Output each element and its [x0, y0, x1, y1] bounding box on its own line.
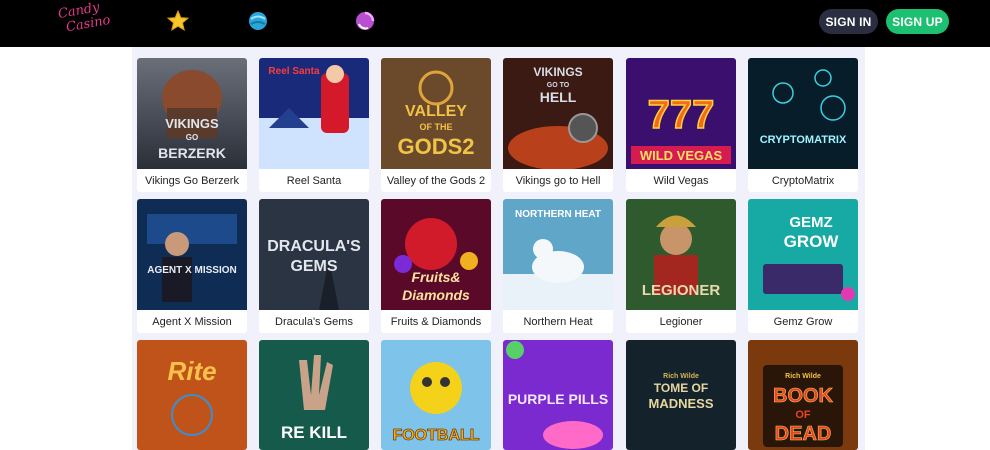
art-text-line: Rite [167, 356, 216, 386]
star-icon[interactable] [167, 10, 189, 32]
game-card-legioner[interactable]: LEGIONER Legioner [626, 199, 736, 333]
game-title: Dracula's Gems [275, 315, 353, 328]
game-card-wild-vegas[interactable]: 777 WILD VEGAS Wild Vegas [626, 58, 736, 192]
lollipop-icon[interactable] [354, 10, 376, 32]
art-text-line: VIKINGS [165, 116, 219, 131]
game-card-re-kill[interactable]: RE KILL [259, 340, 369, 450]
art-text-line: HELL [540, 89, 577, 105]
game-title: Valley of the Gods 2 [386, 174, 486, 187]
art-text-line: GO TO [547, 82, 570, 89]
art-text-line: CRYPTOMATRIX [760, 134, 847, 146]
game-thumbnail: Rich Wilde BOOK OF DEAD [748, 340, 858, 450]
art-text-line: AGENT X MISSION [147, 265, 236, 276]
game-thumbnail: Rich Wilde TOME OF MADNESS [626, 340, 736, 450]
game-title: Wild Vegas [653, 174, 709, 187]
candy-casino-logo[interactable]: Candy Casino [57, 0, 112, 38]
art-text-line: NORTHERN HEAT [515, 209, 601, 220]
game-title: Legioner [659, 315, 703, 328]
art-text-line: Rich Wilde [785, 373, 821, 380]
art-text-line: GEMS [290, 258, 337, 275]
game-title: Reel Santa [286, 174, 342, 187]
sign-up-button[interactable]: SIGN UP [886, 9, 949, 34]
art-text-line: OF [795, 409, 811, 421]
game-card-draculas-gems[interactable]: DRACULA'S GEMS Dracula's Gems [259, 199, 369, 333]
art-text-line: GROW [784, 232, 840, 251]
candy-ball-icon[interactable] [247, 10, 269, 32]
art-text-line: OF THE [420, 122, 453, 132]
game-card-fruits-and-diamonds[interactable]: Fruits& Diamonds Fruits & Diamonds [381, 199, 491, 333]
game-card-book-of-dead[interactable]: Rich Wilde BOOK OF DEAD [748, 340, 858, 450]
top-navigation-bar: Candy Casino SIGN IN SIGN UP [0, 0, 990, 47]
art-text-line: FOOTBALL [392, 427, 479, 444]
game-title: Vikings go to Hell [515, 174, 601, 187]
art-text-line: DRACULA'S [267, 238, 361, 255]
game-thumbnail: 777 WILD VEGAS [626, 58, 736, 169]
art-text-line: VALLEY [405, 103, 467, 120]
game-thumbnail: FOOTBALL [381, 340, 491, 450]
art-text-line: GEMZ [789, 214, 832, 231]
game-thumbnail: RE KILL [259, 340, 369, 450]
game-thumbnail: NORTHERN HEAT [503, 199, 613, 310]
art-text-line: RE KILL [281, 423, 347, 442]
game-card-cryptomatrix[interactable]: CRYPTOMATRIX CryptoMatrix [748, 58, 858, 192]
game-card-vikings-go-to-hell[interactable]: VIKINGS GO TO HELL Vikings go to Hell [503, 58, 613, 192]
game-card-rite[interactable]: Rite [137, 340, 247, 450]
art-text-line: WILD VEGAS [640, 148, 723, 163]
art-text-line: LEGIONER [642, 282, 721, 299]
game-thumbnail: VIKINGS GO BERZERK [137, 58, 247, 169]
art-text-line: BOOK [773, 385, 834, 407]
game-title: CryptoMatrix [771, 174, 835, 187]
art-text-line: Fruits& [412, 269, 461, 285]
game-card-football[interactable]: FOOTBALL [381, 340, 491, 450]
game-thumbnail: Reel Santa [259, 58, 369, 169]
game-title: Gemz Grow [773, 315, 833, 328]
game-thumbnail: LEGIONER [626, 199, 736, 310]
games-grid: VIKINGS GO BERZERK Vikings Go Berzerk Re… [132, 47, 865, 450]
game-thumbnail: VIKINGS GO TO HELL [503, 58, 613, 169]
game-thumbnail: Fruits& Diamonds [381, 199, 491, 310]
game-thumbnail: PURPLE PILLS [503, 340, 613, 450]
game-thumbnail: Rite [137, 340, 247, 450]
art-text-line: GODS2 [397, 134, 474, 159]
game-card-agent-x-mission[interactable]: AGENT X MISSION Agent X Mission [137, 199, 247, 333]
game-card-valley-of-the-gods-2[interactable]: VALLEY OF THE GODS2 Valley of the Gods 2 [381, 58, 491, 192]
game-title: Fruits & Diamonds [390, 315, 482, 328]
art-text-line: Rich Wilde [663, 373, 699, 380]
game-thumbnail: GEMZ GROW [748, 199, 858, 310]
game-thumbnail: DRACULA'S GEMS [259, 199, 369, 310]
game-title: Agent X Mission [152, 315, 232, 328]
game-card-reel-santa[interactable]: Reel Santa Reel Santa [259, 58, 369, 192]
game-card-tome-of-madness[interactable]: Rich Wilde TOME OF MADNESS [626, 340, 736, 450]
art-text-line: 777 [648, 93, 715, 137]
game-title: Northern Heat [523, 315, 593, 328]
game-card-gemz-grow[interactable]: GEMZ GROW Gemz Grow [748, 199, 858, 333]
art-text-line: Reel Santa [268, 66, 320, 77]
art-text-line: PURPLE PILLS [508, 391, 608, 407]
game-thumbnail: AGENT X MISSION [137, 199, 247, 310]
art-text-line: TOME OF [654, 381, 708, 395]
art-text-line: DEAD [775, 423, 832, 445]
game-card-purple-pills[interactable]: PURPLE PILLS [503, 340, 613, 450]
art-text-line: BERZERK [158, 145, 226, 161]
sign-in-button[interactable]: SIGN IN [819, 9, 878, 34]
game-thumbnail: CRYPTOMATRIX [748, 58, 858, 169]
art-text-line: GO [186, 133, 198, 142]
game-card-vikings-go-berzerk[interactable]: VIKINGS GO BERZERK Vikings Go Berzerk [137, 58, 247, 192]
game-thumbnail: VALLEY OF THE GODS2 [381, 58, 491, 169]
game-title: Vikings Go Berzerk [145, 174, 239, 187]
art-text-line: Diamonds [402, 287, 470, 303]
game-card-northern-heat[interactable]: NORTHERN HEAT Northern Heat [503, 199, 613, 333]
art-text-line: MADNESS [648, 396, 713, 411]
art-text-line: VIKINGS [533, 65, 582, 79]
